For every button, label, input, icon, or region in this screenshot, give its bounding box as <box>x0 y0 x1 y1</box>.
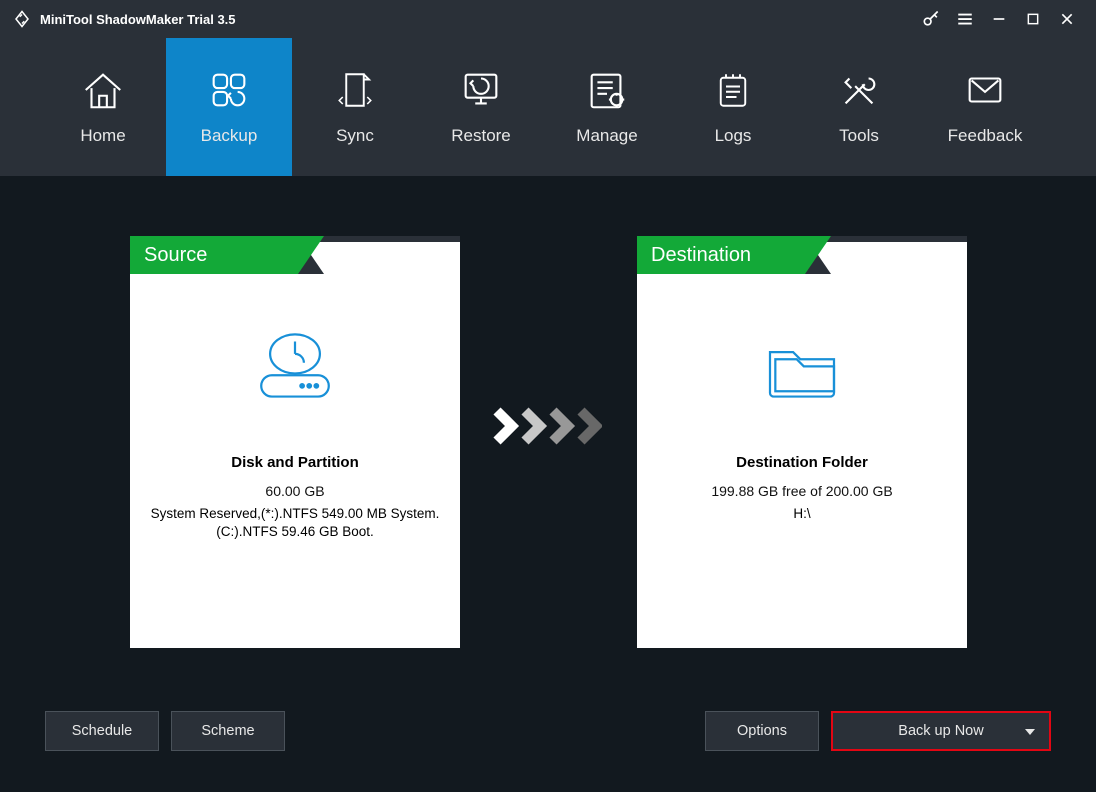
transfer-arrows-icon <box>492 406 602 446</box>
nav-label: Sync <box>336 126 374 146</box>
destination-path: H:\ <box>783 505 820 523</box>
folder-icon <box>757 328 847 410</box>
feedback-icon <box>962 68 1008 112</box>
schedule-button[interactable]: Schedule <box>45 711 159 751</box>
minimize-button[interactable] <box>982 0 1016 38</box>
nav-logs[interactable]: Logs <box>670 38 796 176</box>
nav-sync[interactable]: Sync <box>292 38 418 176</box>
disk-icon <box>250 328 340 410</box>
nav-label: Logs <box>715 126 752 146</box>
nav-label: Restore <box>451 126 511 146</box>
nav-tools[interactable]: Tools <box>796 38 922 176</box>
source-details: System Reserved,(*:).NTFS 549.00 MB Syst… <box>141 505 450 541</box>
source-details-line2: (C:).NTFS 59.46 GB Boot. <box>216 524 374 539</box>
nav-home[interactable]: Home <box>40 38 166 176</box>
dropdown-caret-icon <box>1025 723 1035 739</box>
logs-icon <box>712 68 754 112</box>
destination-title: Destination Folder <box>736 454 868 471</box>
scheme-button[interactable]: Scheme <box>171 711 285 751</box>
main-nav: Home Backup Sync Restore Manage Logs T <box>0 38 1096 176</box>
nav-label: Manage <box>576 126 637 146</box>
destination-header-label: Destination <box>637 236 805 274</box>
source-size: 60.00 GB <box>265 483 324 499</box>
backup-content: Source Disk and Partition 60.00 GB Syste… <box>0 176 1096 671</box>
source-panel[interactable]: Source Disk and Partition 60.00 GB Syste… <box>130 236 460 648</box>
bottom-toolbar: Schedule Scheme Options Back up Now <box>0 706 1096 756</box>
source-details-line1: System Reserved,(*:).NTFS 549.00 MB Syst… <box>151 506 440 521</box>
maximize-button[interactable] <box>1016 0 1050 38</box>
tools-icon <box>836 68 882 112</box>
backup-icon <box>206 68 252 112</box>
sync-icon <box>334 68 376 112</box>
backup-now-button[interactable]: Back up Now <box>831 711 1051 751</box>
destination-free: 199.88 GB free of 200.00 GB <box>711 483 892 499</box>
nav-manage[interactable]: Manage <box>544 38 670 176</box>
close-button[interactable] <box>1050 0 1084 38</box>
nav-label: Backup <box>201 126 258 146</box>
source-panel-header: Source <box>130 236 460 274</box>
restore-icon <box>458 68 504 112</box>
nav-feedback[interactable]: Feedback <box>922 38 1048 176</box>
menu-icon[interactable] <box>948 0 982 38</box>
nav-backup[interactable]: Backup <box>166 38 292 176</box>
destination-panel-header: Destination <box>637 236 967 274</box>
manage-icon <box>584 68 630 112</box>
backup-now-label: Back up Now <box>898 723 983 739</box>
app-title: MiniTool ShadowMaker Trial 3.5 <box>40 12 236 27</box>
key-icon[interactable] <box>914 0 948 38</box>
destination-panel[interactable]: Destination Destination Folder 199.88 GB… <box>637 236 967 648</box>
nav-restore[interactable]: Restore <box>418 38 544 176</box>
nav-label: Home <box>80 126 125 146</box>
titlebar: MiniTool ShadowMaker Trial 3.5 <box>0 0 1096 38</box>
nav-label: Tools <box>839 126 879 146</box>
source-title: Disk and Partition <box>231 454 359 471</box>
nav-label: Feedback <box>948 126 1023 146</box>
app-logo-icon <box>12 9 32 29</box>
home-icon <box>80 68 126 112</box>
options-button[interactable]: Options <box>705 711 819 751</box>
source-header-label: Source <box>130 236 298 274</box>
